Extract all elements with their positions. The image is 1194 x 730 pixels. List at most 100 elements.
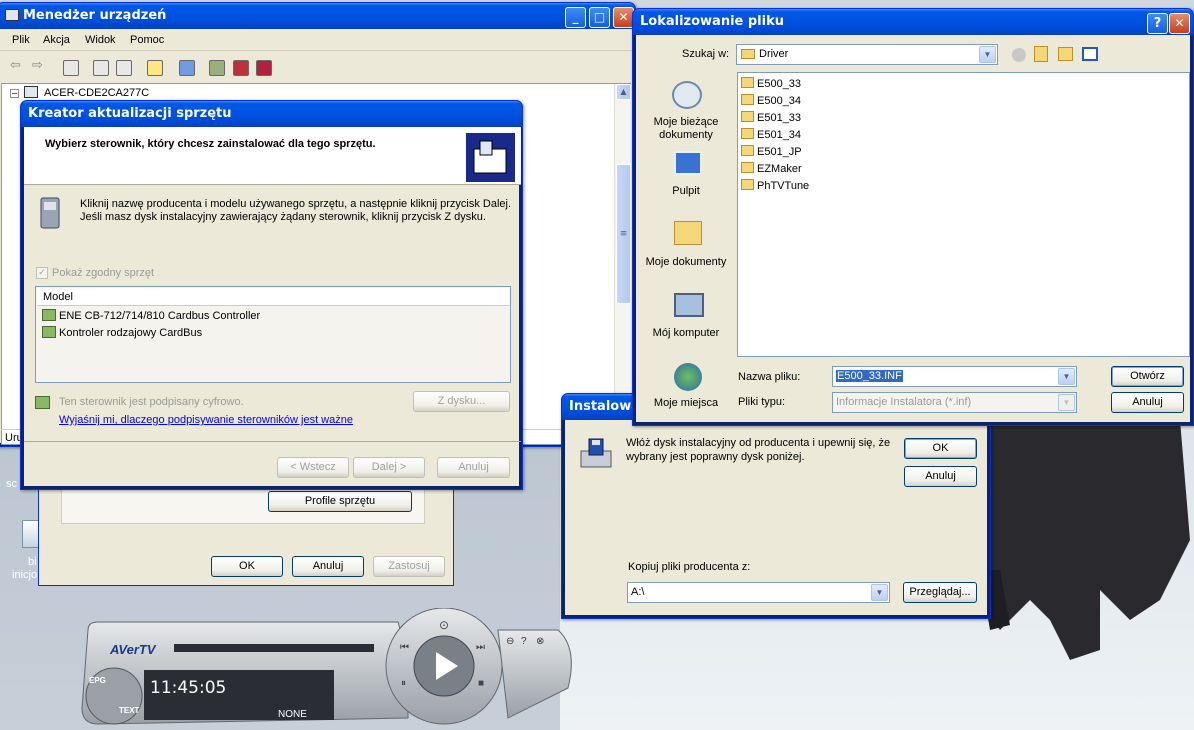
open-button[interactable]: Otwórz [1111,366,1184,387]
pause-icon[interactable]: ⏸ [401,678,406,689]
model-item-2[interactable]: Kontroler rodzajowy CardBus [59,327,202,339]
properties-ok-button[interactable]: OK [211,556,283,577]
install-cancel-button[interactable]: Anuluj [904,466,977,487]
view-menu-icon[interactable] [1082,47,1098,61]
wizard-next-button[interactable]: Dalej > [353,457,425,478]
update-driver-icon[interactable] [209,60,225,76]
file-item[interactable]: E501_33 [741,110,801,126]
print-icon[interactable] [116,60,132,76]
menu-pomoc[interactable]: Pomoc [130,34,164,46]
back-icon[interactable] [1012,48,1026,62]
scroll-up-icon[interactable]: ▲ [616,84,631,100]
minimize-button[interactable]: _ [565,7,586,28]
chevron-down-icon[interactable]: ▼ [1058,394,1075,411]
file-item[interactable]: E500_34 [741,93,801,109]
avertv-logo: AVerTV [110,642,156,657]
back-arrow-icon[interactable]: ⇦ [10,57,21,73]
my-computer-icon[interactable] [674,293,704,317]
uninstall-device-icon[interactable] [256,60,272,76]
hardware-profiles-button[interactable]: Profile sprzętu [268,491,412,512]
place-network-label[interactable]: Moje miejsca [640,397,732,409]
filename-combobox[interactable]: E500_33.INF ▼ [832,366,1077,387]
menu-akcja[interactable]: Akcja [43,34,70,46]
menu-plik[interactable]: Plik [12,34,30,46]
close-icon[interactable]: ⊗ [536,636,544,647]
folder-icon [741,179,754,190]
file-item[interactable]: EZMaker [741,161,802,177]
folder-icon [741,145,754,156]
properties-apply-button[interactable]: Zastosuj [373,556,445,577]
filetype-label: Pliki typu: [738,396,786,408]
place-my-documents-label[interactable]: Moje dokumenty [640,256,732,268]
chevron-down-icon[interactable]: ▼ [1058,368,1075,385]
wizard-header-text: Wybierz sterownik, który chcesz zainstal… [45,138,376,150]
properties-cancel-button[interactable]: Anuluj [292,556,364,577]
show-hide-console-icon[interactable] [63,60,79,76]
next-icon[interactable]: ⏭ [476,642,485,653]
show-compatible-checkbox[interactable]: ✓ [36,267,48,279]
computer-icon [24,86,38,98]
scan-hardware-icon[interactable] [179,60,195,76]
properties-icon[interactable] [93,60,109,76]
model-list[interactable]: Model ENE CB-712/714/810 Cardbus Control… [35,286,511,383]
desktop-label-sc: sc [6,478,17,490]
place-my-computer-label[interactable]: Mój komputer [640,327,732,339]
tree-collapse-icon[interactable]: − [10,89,19,98]
teletext-button[interactable]: TEXT [119,706,139,715]
place-desktop-label[interactable]: Pulpit [640,185,732,197]
copy-from-combobox[interactable]: A:\ ▼ [627,582,890,603]
close-button[interactable]: ✕ [1169,13,1190,34]
help-icon[interactable]: ? [1147,13,1168,34]
locate-file-client: Szukaj w: Driver ▼ Moje bieżące dokument… [636,35,1190,422]
file-item[interactable]: E500_33 [741,76,801,92]
stop-icon[interactable]: ■ [478,678,484,689]
file-item[interactable]: E501_34 [741,127,801,143]
help-icon[interactable]: ? [521,636,527,647]
up-folder-icon[interactable] [1034,46,1048,62]
disable-device-icon[interactable] [233,60,249,76]
recent-documents-icon[interactable] [672,81,702,109]
places-bar: Moje bieżące dokumenty Pulpit Moje dokum… [640,71,732,417]
file-item[interactable]: E501_JP [741,144,802,160]
my-documents-icon[interactable] [674,221,702,245]
record-icon[interactable]: ⊙ [439,618,449,632]
look-in-combobox[interactable]: Driver ▼ [736,44,998,65]
wizard-titlebar[interactable]: Kreator aktualizacji sprzętu [21,101,522,127]
desktop-icon[interactable] [674,151,702,175]
have-disk-button[interactable]: Z dysku... [413,391,510,412]
help-icon[interactable] [147,60,163,76]
install-ok-button[interactable]: OK [904,438,977,459]
file-list[interactable]: E500_33 E500_34 E501_33 E501_34 E501_JP EZMak… [737,72,1190,357]
model-item-1[interactable]: ENE CB-712/714/810 Cardbus Controller [59,310,260,322]
previous-icon[interactable]: ⏮ [400,642,409,653]
file-item-label: E500_33 [757,78,802,90]
device-manager-titlebar[interactable]: Menedżer urządzeń [0,3,635,29]
close-button[interactable]: ✕ [613,7,634,28]
wizard-back-button[interactable]: < Wstecz [277,457,349,478]
maximize-button[interactable]: □ [589,7,610,28]
locate-file-titlebar[interactable]: Lokalizowanie pliku [633,9,1193,35]
model-list-header[interactable]: Model [37,288,509,306]
minimize-icon[interactable]: ⊖ [506,636,514,647]
driver-signing-link[interactable]: Wyjaśnij mi, dlaczego podpisywanie stero… [59,414,353,426]
locate-cancel-button[interactable]: Anuluj [1111,392,1184,413]
wizard-cancel-button[interactable]: Anuluj [437,457,510,478]
play-icon[interactable] [432,648,462,684]
forward-arrow-icon[interactable]: ⇨ [32,57,43,73]
filetype-value: Informacje Instalatora (*.inf) [836,396,972,408]
new-folder-icon[interactable] [1058,47,1073,61]
device-tree-scrollbar[interactable]: ▲ ≡ ▼ [614,84,631,429]
browse-button[interactable]: Przeglądaj... [903,582,977,603]
chevron-down-icon[interactable]: ▼ [979,46,996,63]
tree-root-label[interactable]: ACER-CDE2CA277C [44,87,149,99]
place-recent-line[interactable]: Moje bieżące dokumenty [642,116,730,142]
network-places-icon[interactable] [674,363,702,391]
scroll-thumb[interactable]: ≡ [616,164,631,304]
device-manager-title: Menedżer urządzeń [23,8,167,23]
menu-widok[interactable]: Widok [85,34,116,46]
wizard-header: Wybierz sterownik, który chcesz zainstal… [24,127,521,185]
chevron-down-icon[interactable]: ▼ [871,584,888,601]
filetype-combobox[interactable]: Informacje Instalatora (*.inf) ▼ [832,392,1077,413]
file-item[interactable]: PhTVTune [741,178,809,194]
epg-button[interactable]: EPG [89,676,106,685]
